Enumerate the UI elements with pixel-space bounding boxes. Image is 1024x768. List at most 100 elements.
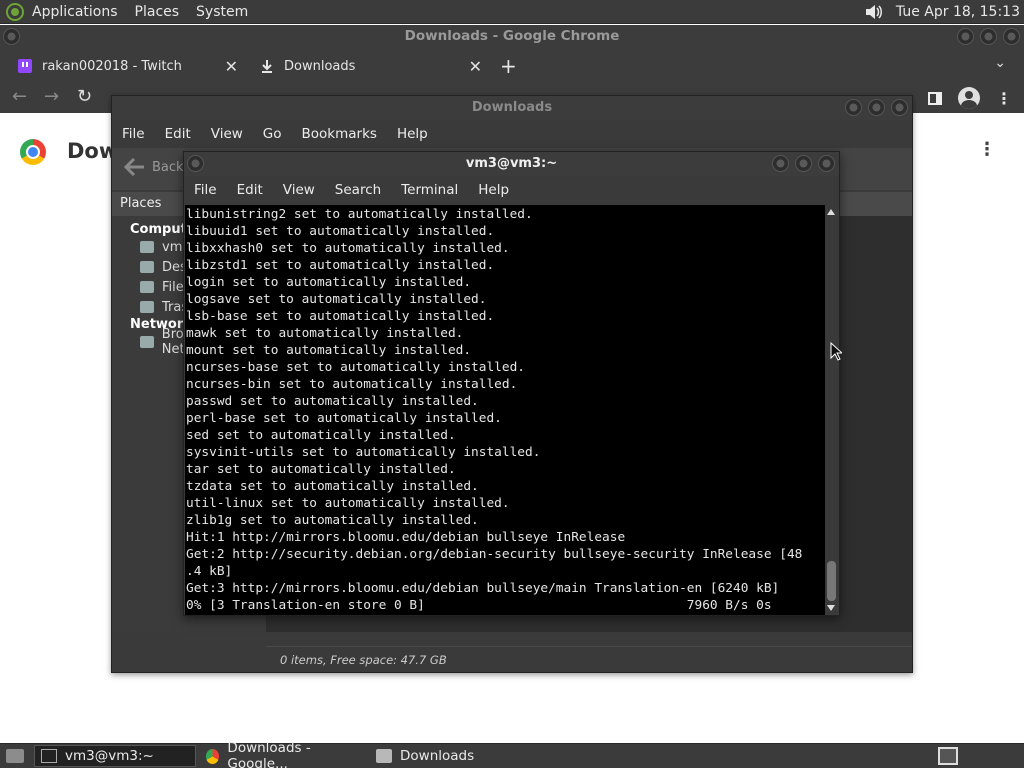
top-panel: Applications Places System Tue Apr 18, 1… xyxy=(0,0,1024,24)
terminal-line: tzdata set to automatically installed. xyxy=(186,479,479,494)
terminal-line: Get:3 http://mirrors.bloomu.edu/debian b… xyxy=(186,581,780,596)
fm-menu-view[interactable]: View xyxy=(211,126,243,142)
maximize-button[interactable] xyxy=(980,28,997,45)
chevron-down-icon[interactable]: ⌄ xyxy=(994,55,1006,71)
page-kebab-icon[interactable]: ⋮ xyxy=(978,139,996,160)
fm-menu-file[interactable]: File xyxy=(122,126,145,142)
fm-menu-edit[interactable]: Edit xyxy=(165,126,191,142)
taskbar-label: vm3@vm3:~ xyxy=(65,748,154,764)
tab-twitch[interactable]: rakan002018 - Twitch ✕ xyxy=(0,49,246,83)
network-icon xyxy=(140,336,154,348)
term-menu-file[interactable]: File xyxy=(194,182,217,198)
maximize-button[interactable] xyxy=(795,155,812,172)
taskbar-item-downloads[interactable]: Downloads xyxy=(370,745,480,767)
term-menu-edit[interactable]: Edit xyxy=(237,182,263,198)
terminal-line: tar set to automatically installed. xyxy=(186,462,456,477)
back-arrow-icon[interactable]: ← xyxy=(12,86,27,107)
fm-title: Downloads xyxy=(471,100,553,115)
side-panel-icon[interactable] xyxy=(928,91,942,105)
menu-system[interactable]: System xyxy=(196,4,248,20)
trash-icon xyxy=(140,301,154,313)
taskbar-item-terminal[interactable]: vm3@vm3:~ xyxy=(34,745,196,767)
profile-avatar-icon[interactable] xyxy=(958,87,980,109)
reload-icon[interactable]: ↻ xyxy=(77,86,92,107)
terminal-titlebar[interactable]: vm3@vm3:~ xyxy=(184,152,839,176)
terminal-line: login set to automatically installed. xyxy=(186,275,472,290)
toolbar-right: ⋮ xyxy=(928,87,1012,109)
terminal-line: sed set to automatically installed. xyxy=(186,428,456,443)
window-menu-button[interactable] xyxy=(187,155,204,172)
chrome-menu-kebab-icon[interactable]: ⋮ xyxy=(996,89,1012,108)
fm-menu-bookmarks[interactable]: Bookmarks xyxy=(302,126,377,142)
terminal-scrollbar[interactable] xyxy=(825,205,838,615)
workspace-switcher[interactable] xyxy=(938,747,958,765)
close-button[interactable] xyxy=(1003,28,1020,45)
volume-icon[interactable] xyxy=(864,3,884,21)
close-button[interactable] xyxy=(818,155,835,172)
term-menu-search[interactable]: Search xyxy=(335,182,381,198)
term-menu-view[interactable]: View xyxy=(283,182,315,198)
menu-applications[interactable]: Applications xyxy=(32,4,118,20)
twitch-icon xyxy=(18,59,32,73)
scroll-up-arrow-icon[interactable] xyxy=(827,209,835,215)
terminal-screen[interactable]: libunistring2 set to automatically insta… xyxy=(185,205,826,615)
minimize-button[interactable] xyxy=(845,99,862,116)
close-tab-icon[interactable]: ✕ xyxy=(469,57,482,76)
tab-label: Downloads xyxy=(284,58,356,74)
back-arrow-icon xyxy=(124,158,144,176)
close-button[interactable] xyxy=(891,99,908,116)
fm-titlebar[interactable]: Downloads xyxy=(112,96,912,120)
terminal-line: zlib1g set to automatically installed. xyxy=(186,513,479,528)
tab-downloads[interactable]: Downloads ✕ xyxy=(250,49,490,83)
term-menu-terminal[interactable]: Terminal xyxy=(401,182,458,198)
distro-logo-icon[interactable] xyxy=(6,2,24,21)
terminal-line: lsb-base set to automatically installed. xyxy=(186,309,495,324)
scroll-thumb[interactable] xyxy=(827,561,836,601)
terminal-line: util-linux set to automatically installe… xyxy=(186,496,510,511)
minimize-button[interactable] xyxy=(772,155,789,172)
bottom-panel: vm3@vm3:~ Downloads - Google... Download… xyxy=(0,740,1024,768)
terminal-line: libzstd1 set to automatically installed. xyxy=(186,258,495,273)
panel-clock[interactable]: Tue Apr 18, 15:13 xyxy=(896,4,1020,20)
fm-menubar: File Edit View Go Bookmarks Help xyxy=(112,120,912,148)
tab-label: rakan002018 - Twitch xyxy=(42,58,182,74)
close-tab-icon[interactable]: ✕ xyxy=(225,57,238,76)
terminal-line: 0% [3 Translation-en store 0 B] 7960 B/s… xyxy=(186,598,772,613)
terminal-line: passwd set to automatically installed. xyxy=(186,394,479,409)
fm-menu-help[interactable]: Help xyxy=(397,126,428,142)
maximize-button[interactable] xyxy=(868,99,885,116)
back-button[interactable]: Back xyxy=(124,158,184,176)
forward-arrow-icon[interactable]: → xyxy=(44,86,59,107)
terminal-line: mawk set to automatically installed. xyxy=(186,326,464,341)
chrome-logo-icon xyxy=(20,139,46,165)
terminal-line: logsave set to automatically installed. xyxy=(186,292,487,307)
desktop-icon xyxy=(140,261,154,273)
show-desktop-icon[interactable] xyxy=(6,749,24,763)
terminal-line: libuuid1 set to automatically installed. xyxy=(186,224,495,239)
taskbar-item-chrome[interactable]: Downloads - Google... xyxy=(200,740,366,768)
terminal-title: vm3@vm3:~ xyxy=(465,156,558,171)
terminal-icon xyxy=(41,749,57,763)
panel-tray: Tue Apr 18, 15:13 xyxy=(864,0,1020,24)
tab-strip: rakan002018 - Twitch ✕ Downloads ✕ + ⌄ xyxy=(0,49,1024,83)
folder-icon xyxy=(376,749,392,763)
fm-menu-go[interactable]: Go xyxy=(263,126,282,142)
menu-places[interactable]: Places xyxy=(135,4,180,20)
fm-status-bar: 0 items, Free space: 47.7 GB xyxy=(266,646,912,672)
download-icon xyxy=(260,59,274,73)
window-menu-button[interactable] xyxy=(3,28,20,45)
terminal-line: perl-base set to automatically installed… xyxy=(186,411,502,426)
minimize-button[interactable] xyxy=(957,28,974,45)
chrome-icon xyxy=(206,748,220,764)
taskbar-label: Downloads xyxy=(400,748,475,764)
new-tab-plus-icon[interactable]: + xyxy=(500,54,517,78)
term-menu-help[interactable]: Help xyxy=(478,182,509,198)
terminal-line: .4 kB] xyxy=(186,564,233,579)
terminal-output: libunistring2 set to automatically insta… xyxy=(186,206,826,614)
chrome-titlebar[interactable]: Downloads - Google Chrome xyxy=(0,25,1024,49)
chrome-window-title: Downloads - Google Chrome xyxy=(404,28,620,44)
mouse-cursor-icon xyxy=(830,342,842,361)
drive-icon xyxy=(140,281,154,293)
terminal-line: ncurses-base set to automatically instal… xyxy=(186,360,525,375)
scroll-down-arrow-icon[interactable] xyxy=(827,605,835,611)
